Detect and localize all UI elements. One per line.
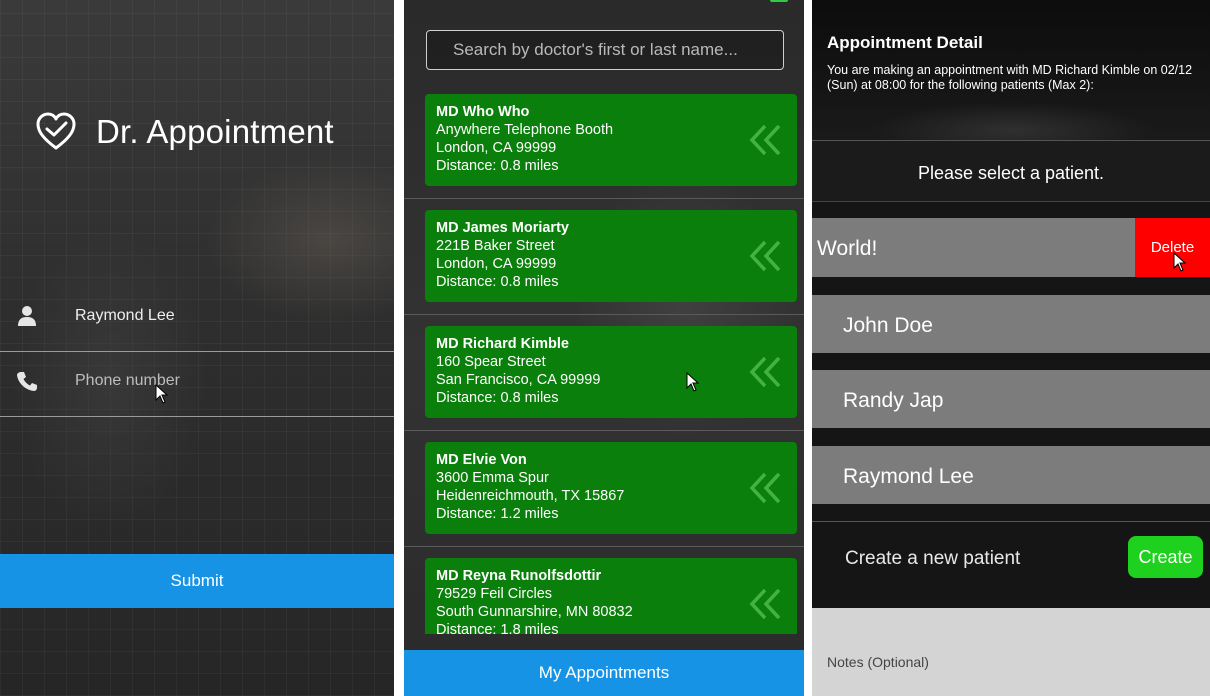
doctor-list[interactable]: MD Who Who Anywhere Telephone Booth Lond… [404,82,804,634]
list-item[interactable]: MD Richard Kimble 160 Spear Street San F… [404,314,804,431]
user-icon [18,306,36,326]
doctor-distance: Distance: 0.8 miles [436,390,559,406]
submit-button[interactable]: Submit [0,554,394,608]
notes-field[interactable]: Notes (Optional) [812,608,1210,696]
doctor-list-screen: MD Who Who Anywhere Telephone Booth Lond… [404,0,804,696]
login-screen: Dr. Appointment Submit [0,0,394,696]
doctor-distance: Distance: 0.8 miles [436,158,559,174]
doctor-name: MD Elvie Von [436,452,527,468]
doctor-name: MD Who Who [436,104,530,120]
cursor-icon [1173,252,1187,272]
doctor-name: MD Reyna Runolfsdottir [436,568,602,584]
doctor-name: MD Richard Kimble [436,336,569,352]
my-appointments-button[interactable]: My Appointments [404,650,804,696]
patient-row[interactable]: John Doe [812,295,1210,353]
phone-input[interactable] [75,366,365,396]
page-title: Appointment Detail [827,33,983,52]
doctor-card[interactable]: MD Elvie Von 3600 Emma Spur Heidenreichm… [425,442,797,534]
double-chevron-left-icon [749,588,781,620]
doctor-street: 3600 Emma Spur [436,470,549,486]
doctor-city: South Gunnarshire, MN 80832 [436,604,633,620]
list-item[interactable]: MD James Moriarty 221B Baker Street Lond… [404,198,804,315]
battery-icon [770,0,788,2]
create-patient-row: Create a new patient Create [812,521,1210,608]
name-field-row [0,287,394,352]
patient-name: World! [817,237,878,260]
phone-field-row [0,352,394,417]
doctor-distance: Distance: 1.2 miles [436,506,559,522]
doctor-street: 221B Baker Street [436,238,555,254]
select-patient-prompt: Please select a patient. [917,163,1105,183]
doctor-card[interactable]: MD Reyna Runolfsdottir 79529 Feil Circle… [425,558,797,634]
double-chevron-left-icon [749,124,781,156]
double-chevron-left-icon [749,472,781,504]
doctor-distance: Distance: 0.8 miles [436,274,559,290]
double-chevron-left-icon [749,356,781,388]
phone-icon [17,372,37,391]
app-logo: Dr. Appointment [34,110,334,154]
name-input[interactable] [75,301,365,331]
notes-label: Notes (Optional) [827,654,929,670]
doctor-street: 160 Spear Street [436,354,546,370]
list-item[interactable]: MD Reyna Runolfsdottir 79529 Feil Circle… [404,546,804,634]
doctor-distance: Distance: 1.8 miles [436,622,559,634]
doctor-city: London, CA 99999 [436,140,557,156]
double-chevron-left-icon [749,240,781,272]
doctor-card[interactable]: MD Richard Kimble 160 Spear Street San F… [425,326,797,418]
list-item[interactable]: MD Who Who Anywhere Telephone Booth Lond… [404,82,804,199]
doctor-card[interactable]: MD James Moriarty 221B Baker Street Lond… [425,210,797,302]
doctor-street: Anywhere Telephone Booth [436,122,614,138]
patient-row[interactable]: Randy Jap [812,370,1210,428]
heart-check-icon [36,112,76,150]
patient-name: Raymond Lee [843,465,974,488]
swiped-patient-row[interactable]: World! Delete [812,218,1210,277]
doctor-search-input[interactable] [426,30,784,70]
appointment-description: You are making an appointment with MD Ri… [827,63,1193,92]
doctor-name: MD James Moriarty [436,220,569,236]
doctor-city: San Francisco, CA 99999 [436,372,601,388]
appointment-detail-screen: Appointment Detail You are making an app… [812,0,1210,696]
detail-header: Appointment Detail You are making an app… [812,0,1210,141]
doctor-city: Heidenreichmouth, TX 15867 [436,488,625,504]
cursor-icon [155,384,169,404]
app-title: Dr. Appointment [96,113,334,150]
doctor-street: 79529 Feil Circles [436,586,553,602]
patient-name: John Doe [843,314,933,337]
list-item[interactable]: MD Elvie Von 3600 Emma Spur Heidenreichm… [404,430,804,547]
create-button[interactable]: Create [1128,536,1203,578]
doctor-city: London, CA 99999 [436,256,557,272]
select-patient-prompt-row: Please select a patient. [812,141,1210,202]
create-patient-prompt: Create a new patient [845,548,1021,569]
cursor-icon [686,372,700,392]
patient-name: Randy Jap [843,389,944,412]
doctor-card[interactable]: MD Who Who Anywhere Telephone Booth Lond… [425,94,797,186]
patient-row[interactable]: Raymond Lee [812,446,1210,504]
